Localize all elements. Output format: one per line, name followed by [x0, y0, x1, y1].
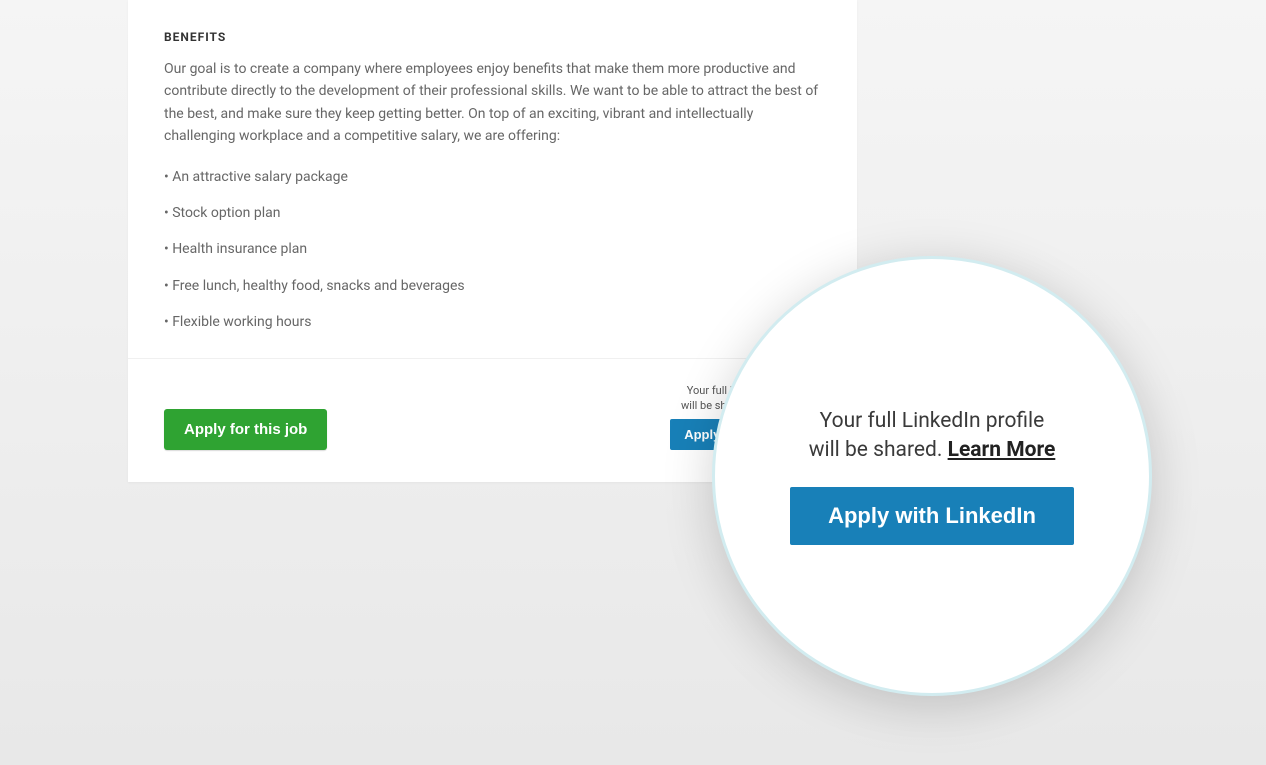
list-item: • Free lunch, healthy food, snacks and b…	[164, 275, 821, 297]
zoom-note-line1: Your full LinkedIn profile	[820, 409, 1045, 433]
list-item: • An attractive salary package	[164, 166, 821, 188]
list-item: • Health insurance plan	[164, 238, 821, 260]
list-item: • Flexible working hours	[164, 311, 821, 333]
zoom-note-line2-prefix: will be shared.	[809, 438, 948, 462]
zoom-linkedin-note: Your full LinkedIn profile will be share…	[809, 407, 1056, 466]
benefits-intro: Our goal is to create a company where em…	[164, 58, 821, 148]
zoom-magnifier-overlay: Your full LinkedIn profile will be share…	[712, 256, 1152, 696]
benefits-heading: BENEFITS	[164, 30, 821, 44]
learn-more-link[interactable]: Learn More	[948, 438, 1056, 462]
list-item: • Stock option plan	[164, 202, 821, 224]
benefits-list: • An attractive salary package • Stock o…	[164, 166, 821, 334]
apply-button[interactable]: Apply for this job	[164, 409, 327, 450]
apply-with-linkedin-button[interactable]: Apply with LinkedIn	[790, 487, 1074, 545]
